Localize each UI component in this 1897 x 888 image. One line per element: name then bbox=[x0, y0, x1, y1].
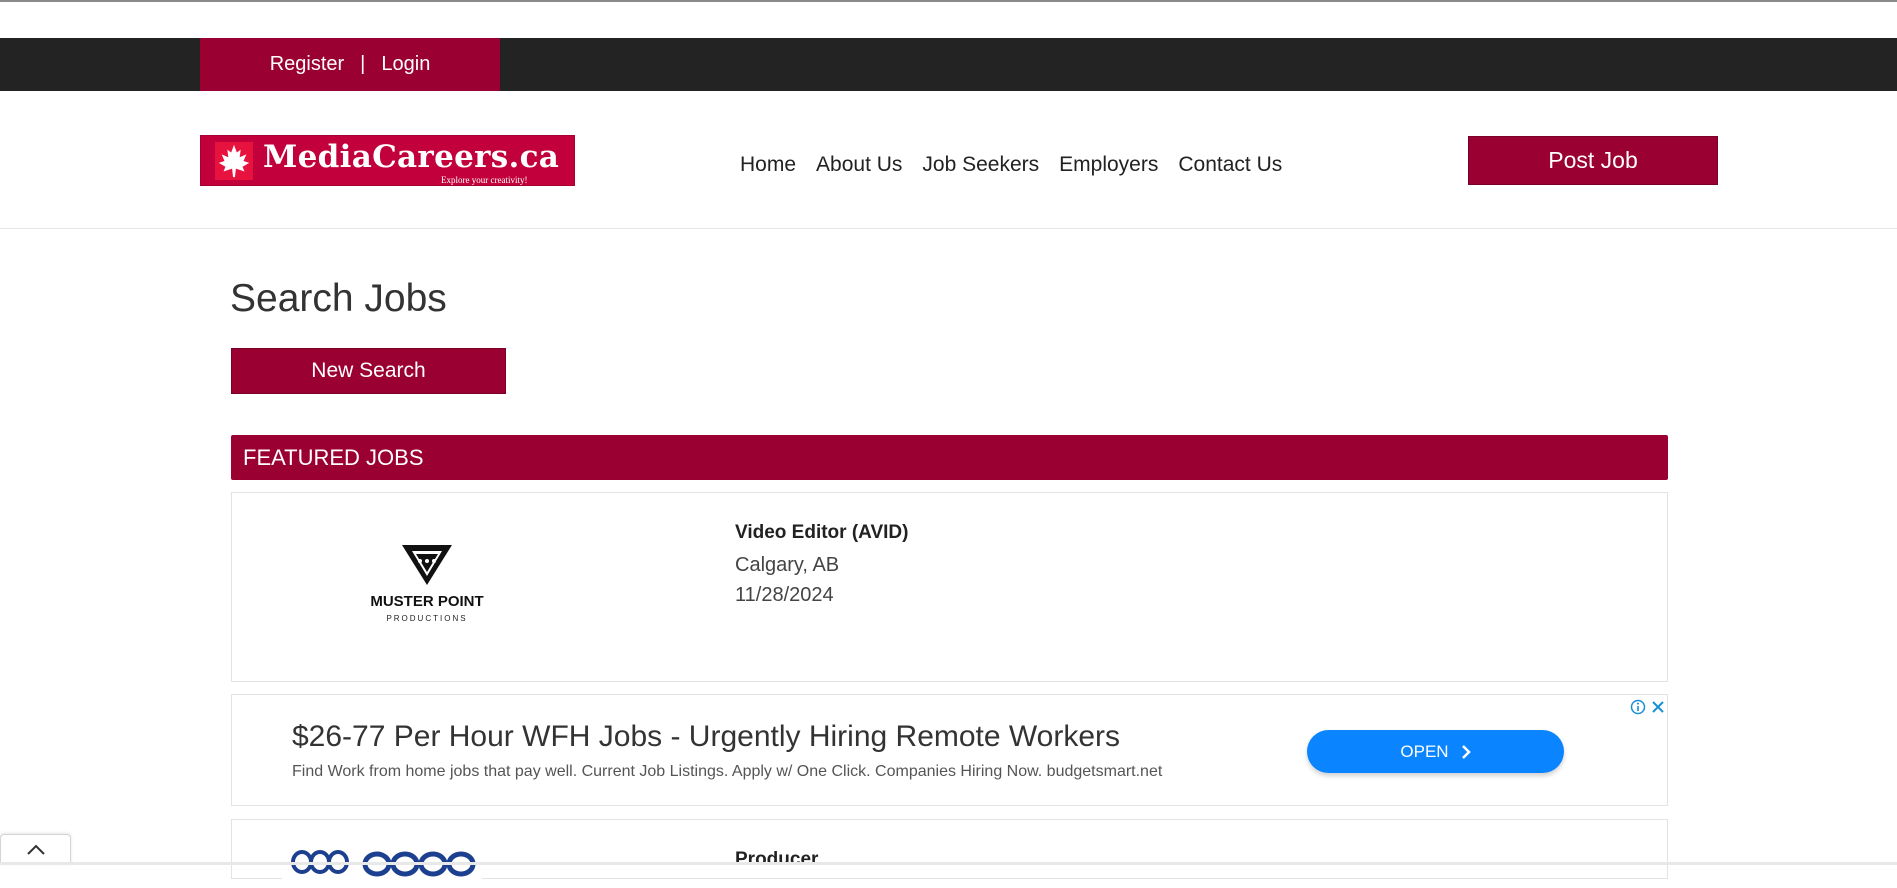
page-title: Search Jobs bbox=[230, 277, 447, 320]
close-icon[interactable] bbox=[1650, 699, 1666, 715]
ad-open-label: OPEN bbox=[1400, 741, 1449, 761]
company-logo bbox=[282, 848, 482, 888]
nav-contact-us[interactable]: Contact Us bbox=[1178, 153, 1282, 177]
company-logo-subtitle: PRODUCTIONS bbox=[386, 614, 467, 623]
job-card[interactable]: Producer bbox=[231, 819, 1668, 888]
new-search-button[interactable]: New Search bbox=[231, 348, 506, 394]
ad-description: Find Work from home jobs that pay well. … bbox=[292, 763, 1163, 780]
post-job-button[interactable]: Post Job bbox=[1468, 136, 1718, 185]
nav-about-us[interactable]: About Us bbox=[816, 153, 902, 177]
login-link[interactable]: Login bbox=[381, 53, 430, 76]
job-date: 11/28/2024 bbox=[735, 584, 834, 606]
featured-jobs-heading: FEATURED JOBS bbox=[231, 435, 1668, 480]
job-title[interactable]: Producer bbox=[735, 849, 818, 871]
ad-headline[interactable]: $26-77 Per Hour WFH Jobs - Urgently Hiri… bbox=[292, 720, 1120, 754]
maple-leaf-icon bbox=[215, 142, 253, 180]
job-info: Video Editor (AVID) Calgary, AB 11/28/20… bbox=[735, 522, 908, 610]
chevron-right-icon bbox=[1461, 744, 1471, 759]
company-logo-name: MUSTER POINT bbox=[370, 593, 483, 610]
job-title[interactable]: Video Editor (AVID) bbox=[735, 522, 908, 544]
company-logo: MUSTER POINT PRODUCTIONS bbox=[370, 545, 484, 623]
job-location: Calgary, AB bbox=[735, 554, 840, 576]
site-header: MediaCareers.ca Explore your creativity!… bbox=[0, 91, 1897, 229]
auth-separator: | bbox=[360, 53, 366, 75]
register-link[interactable]: Register bbox=[270, 53, 344, 76]
nav-employers[interactable]: Employers bbox=[1059, 153, 1158, 177]
info-icon[interactable] bbox=[1630, 699, 1646, 715]
ad-banner[interactable]: $26-77 Per Hour WFH Jobs - Urgently Hiri… bbox=[231, 694, 1668, 806]
site-logo[interactable]: MediaCareers.ca Explore your creativity! bbox=[200, 135, 575, 186]
nav-job-seekers[interactable]: Job Seekers bbox=[922, 153, 1039, 177]
chevron-up-icon bbox=[26, 844, 45, 855]
nav-home[interactable]: Home bbox=[740, 153, 796, 177]
logo-tagline: Explore your creativity! bbox=[441, 175, 528, 185]
logo-text: MediaCareers.ca bbox=[263, 139, 560, 175]
auth-links: Register | Login bbox=[200, 38, 500, 91]
job-card[interactable]: MUSTER POINT PRODUCTIONS Video Editor (A… bbox=[231, 492, 1668, 682]
ad-open-button[interactable]: OPEN bbox=[1307, 730, 1564, 773]
top-bar: Register | Login bbox=[0, 38, 1897, 91]
top-divider bbox=[0, 0, 1897, 2]
main-nav: Home About Us Job Seekers Employers Cont… bbox=[740, 153, 1282, 177]
scroll-up-button[interactable] bbox=[0, 834, 71, 865]
